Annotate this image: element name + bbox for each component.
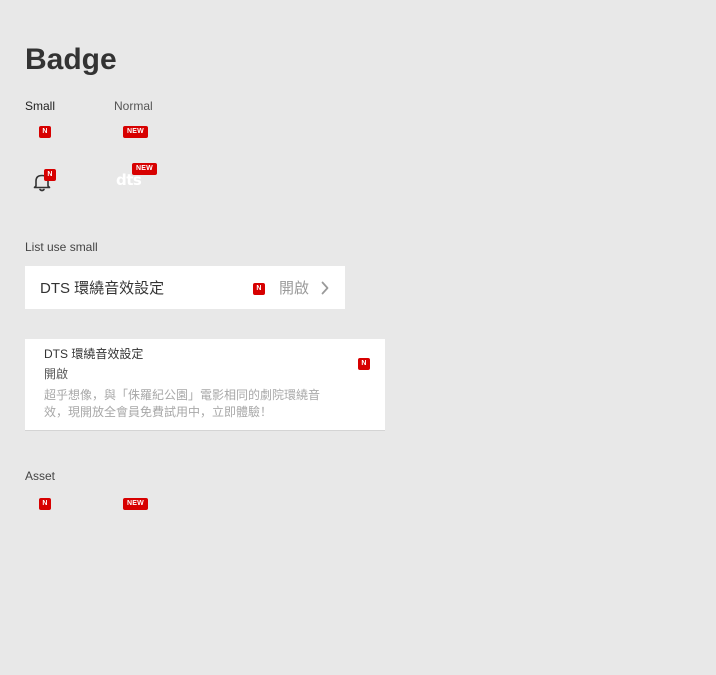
page-title: Badge bbox=[25, 43, 117, 76]
card-title: DTS 環繞音效設定 bbox=[44, 347, 144, 361]
asset-section-label: Asset bbox=[25, 469, 56, 483]
card-status: 開啟 bbox=[44, 367, 69, 381]
card-badge: N bbox=[358, 358, 370, 370]
list-item-title: DTS 環繞音效設定 bbox=[40, 280, 165, 297]
asset-new-badge: NEW bbox=[123, 498, 148, 510]
new-badge: NEW bbox=[123, 126, 148, 138]
feature-card[interactable]: DTS 環繞音效設定 開啟 超乎想像，與「侏羅紀公園」電影相同的劇院環繞音效，現… bbox=[25, 339, 385, 431]
list-item-badge: N bbox=[253, 283, 265, 295]
list-item-value: 開啟 bbox=[279, 280, 310, 297]
card-description: 超乎想像，與「侏羅紀公園」電影相同的劇院環繞音效，現開放全會員免費試用中，立即體… bbox=[44, 388, 321, 419]
bell-badge: N bbox=[44, 169, 56, 181]
asset-small-badge: N bbox=[39, 498, 51, 510]
small-size-label: Small bbox=[25, 99, 56, 113]
dts-new-badge: NEW bbox=[132, 163, 157, 175]
small-badge: N bbox=[39, 126, 51, 138]
list-section-label: List use small bbox=[25, 240, 98, 254]
list-item[interactable]: DTS 環繞音效設定 N 開啟 bbox=[25, 266, 345, 309]
normal-size-label: Normal bbox=[114, 99, 153, 113]
chevron-right-icon bbox=[319, 281, 331, 295]
